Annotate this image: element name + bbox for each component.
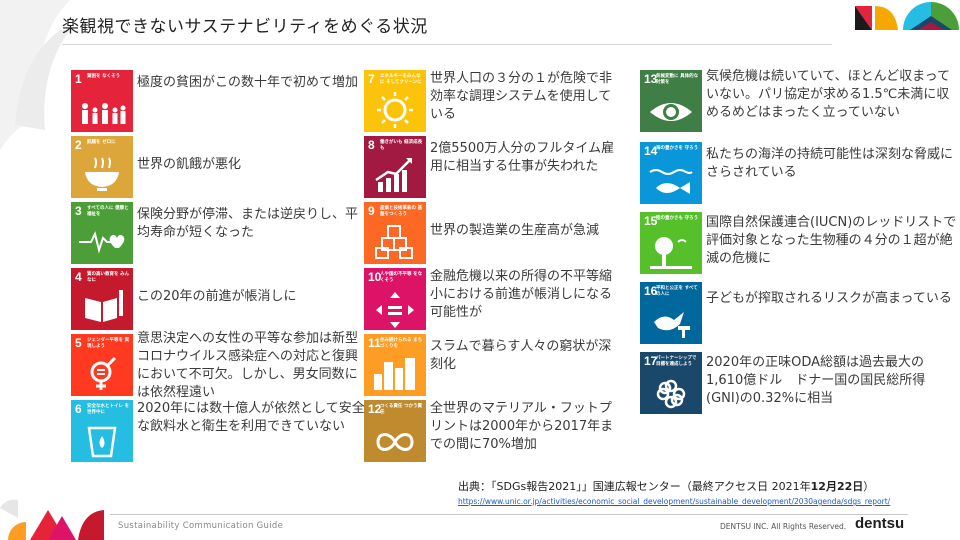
sdg-text: 世界人口の３分の１が危険で非効率な調理システムを使用している [430,71,613,122]
equality-arrows-icon [376,292,414,328]
sdg-text: 気候危機は続いていて、ほとんど収まっていない。パリ協定が求める1.5℃未満に収め… [706,69,951,120]
sdg-badge-2: 2 飢餓を ゼロに [71,136,133,198]
earth-eye-icon [650,103,692,121]
water-glass-icon [87,426,117,458]
footer-guide-title: Sustainability Communication Guide [118,521,284,531]
dove-gavel-icon [654,312,690,338]
sdg-badge-1: 1 貧困を なくそう [71,70,133,132]
source-date: 12月22日 [810,480,864,493]
sdg-text: 世界の製造業の生産高が急減 [430,223,600,238]
fish-waves-icon [649,169,693,194]
sdg-text: 意思決定への女性の平等な参加は新型コロナウイルス感染症への対応と復興において不可… [137,331,359,400]
sdg-text: 世界の飢餓が悪化 [137,157,242,172]
gender-equality-icon [90,356,117,390]
sdg-badge-13: 13 気候変動に 具体的な対策を [640,70,702,132]
sdg-badge-17: 17 パートナーシップで 目標を達成しよう [640,352,702,414]
sdg-text: この20年の前進が帳消しに [137,289,297,304]
growth-chart-icon [375,158,412,192]
source-link[interactable]: https://www.unic.or.jp/activities/econom… [458,497,890,506]
sdg-badge-14: 14 海の豊かさを 守ろう [640,142,702,204]
source-citation: 出典：「SDGs報告2021」」国連広報センター（最終アクセス日 2021年12… [458,478,874,494]
sdg-badge-15: 15 陸の豊かさも 守ろう [640,212,702,274]
sun-power-icon [377,92,413,128]
tree-bird-icon [650,237,692,269]
city-buildings-icon [374,358,415,390]
sdg-badge-4: 4 質の高い教育を みんなに [71,268,133,330]
footer-divider [110,514,908,515]
sdg-text: 国際自然保護連合(IUCN)のレッドリストで評価対象となった生物種の４分の１超が… [706,215,957,266]
heartbeat-icon [79,231,125,254]
sdg-badge-8: 8 働きがいも 経済成長も [364,136,426,198]
sdg-text: 2020年には数十億人が依然として安全な飲料水と衛生を利用できていない [137,401,365,434]
sdg-text: スラムで暮らす人々の窮状が深刻化 [430,339,612,372]
cubes-icon [375,225,413,259]
sdg-badge-7: 7 エネルギーをみんなに そしてクリーンに [364,70,426,132]
sdg-text: 2020年の正味ODA総額は過去最大の1,610億ドル ドナー国の国民総所得(G… [706,355,926,406]
sdg-badge-10: 10 人や国の不平等 をなくそう [364,268,426,330]
book-pencil-icon [85,290,123,322]
partnership-flower-icon [656,379,686,409]
people-family-icon [82,103,126,124]
sdg-text: 子どもが搾取されるリスクが高まっている [706,291,952,306]
title-divider [62,44,832,45]
infinity-loop-icon [376,433,414,451]
food-bowl-icon [85,157,119,191]
dentsu-logo: dentsu [855,515,905,532]
sdg-text: 2億5500万人分のフルタイム雇用に相当する仕事が失われた [430,141,615,174]
sdg-badge-11: 11 住み続けられる まちづくりを [364,334,426,396]
sdg-badge-12: 12 つくる責任 つかう責任 [364,400,426,462]
sdg-text: 保険分野が停滞、または逆戻りし、平均寿命が短くなった [137,207,359,240]
sdg-badge-5: 5 ジェンダー平等を 実現しよう [71,334,133,396]
sdg-text: 極度の貧困がこの数十年で初めて増加 [137,75,359,90]
sdg-text: 全世界のマテリアル・フットプリントは2000年から2017年までの間に70%増加 [430,401,614,452]
page-title: 楽観視できないサステナビリティをめぐる状況 [62,17,428,37]
sdg-badge-3: 3 すべての人に 健康と福祉を [71,202,133,264]
sdg-text: 私たちの海洋の持続可能性は深刻な脅威にさらされている [706,147,954,180]
source-label: 出典：「SDGs報告2021」」国連広報センター（最終アクセス日 2021年 [458,480,811,493]
source-close: ） [863,480,875,493]
sdg-text: 金融危機以来の所得の不平等縮小における前進が帳消しになる可能性が [430,269,613,320]
sdg-badge-9: 9 産業と技術革新の 基盤をつくろう [364,202,426,264]
footer-copyright: DENTSU INC. All Rights Reserved. [720,522,847,531]
sdg-badge-6: 6 安全な水とトイレ を世界中に [71,400,133,462]
sdg-badge-16: 16 平和と公正を すべての人に [640,282,702,344]
